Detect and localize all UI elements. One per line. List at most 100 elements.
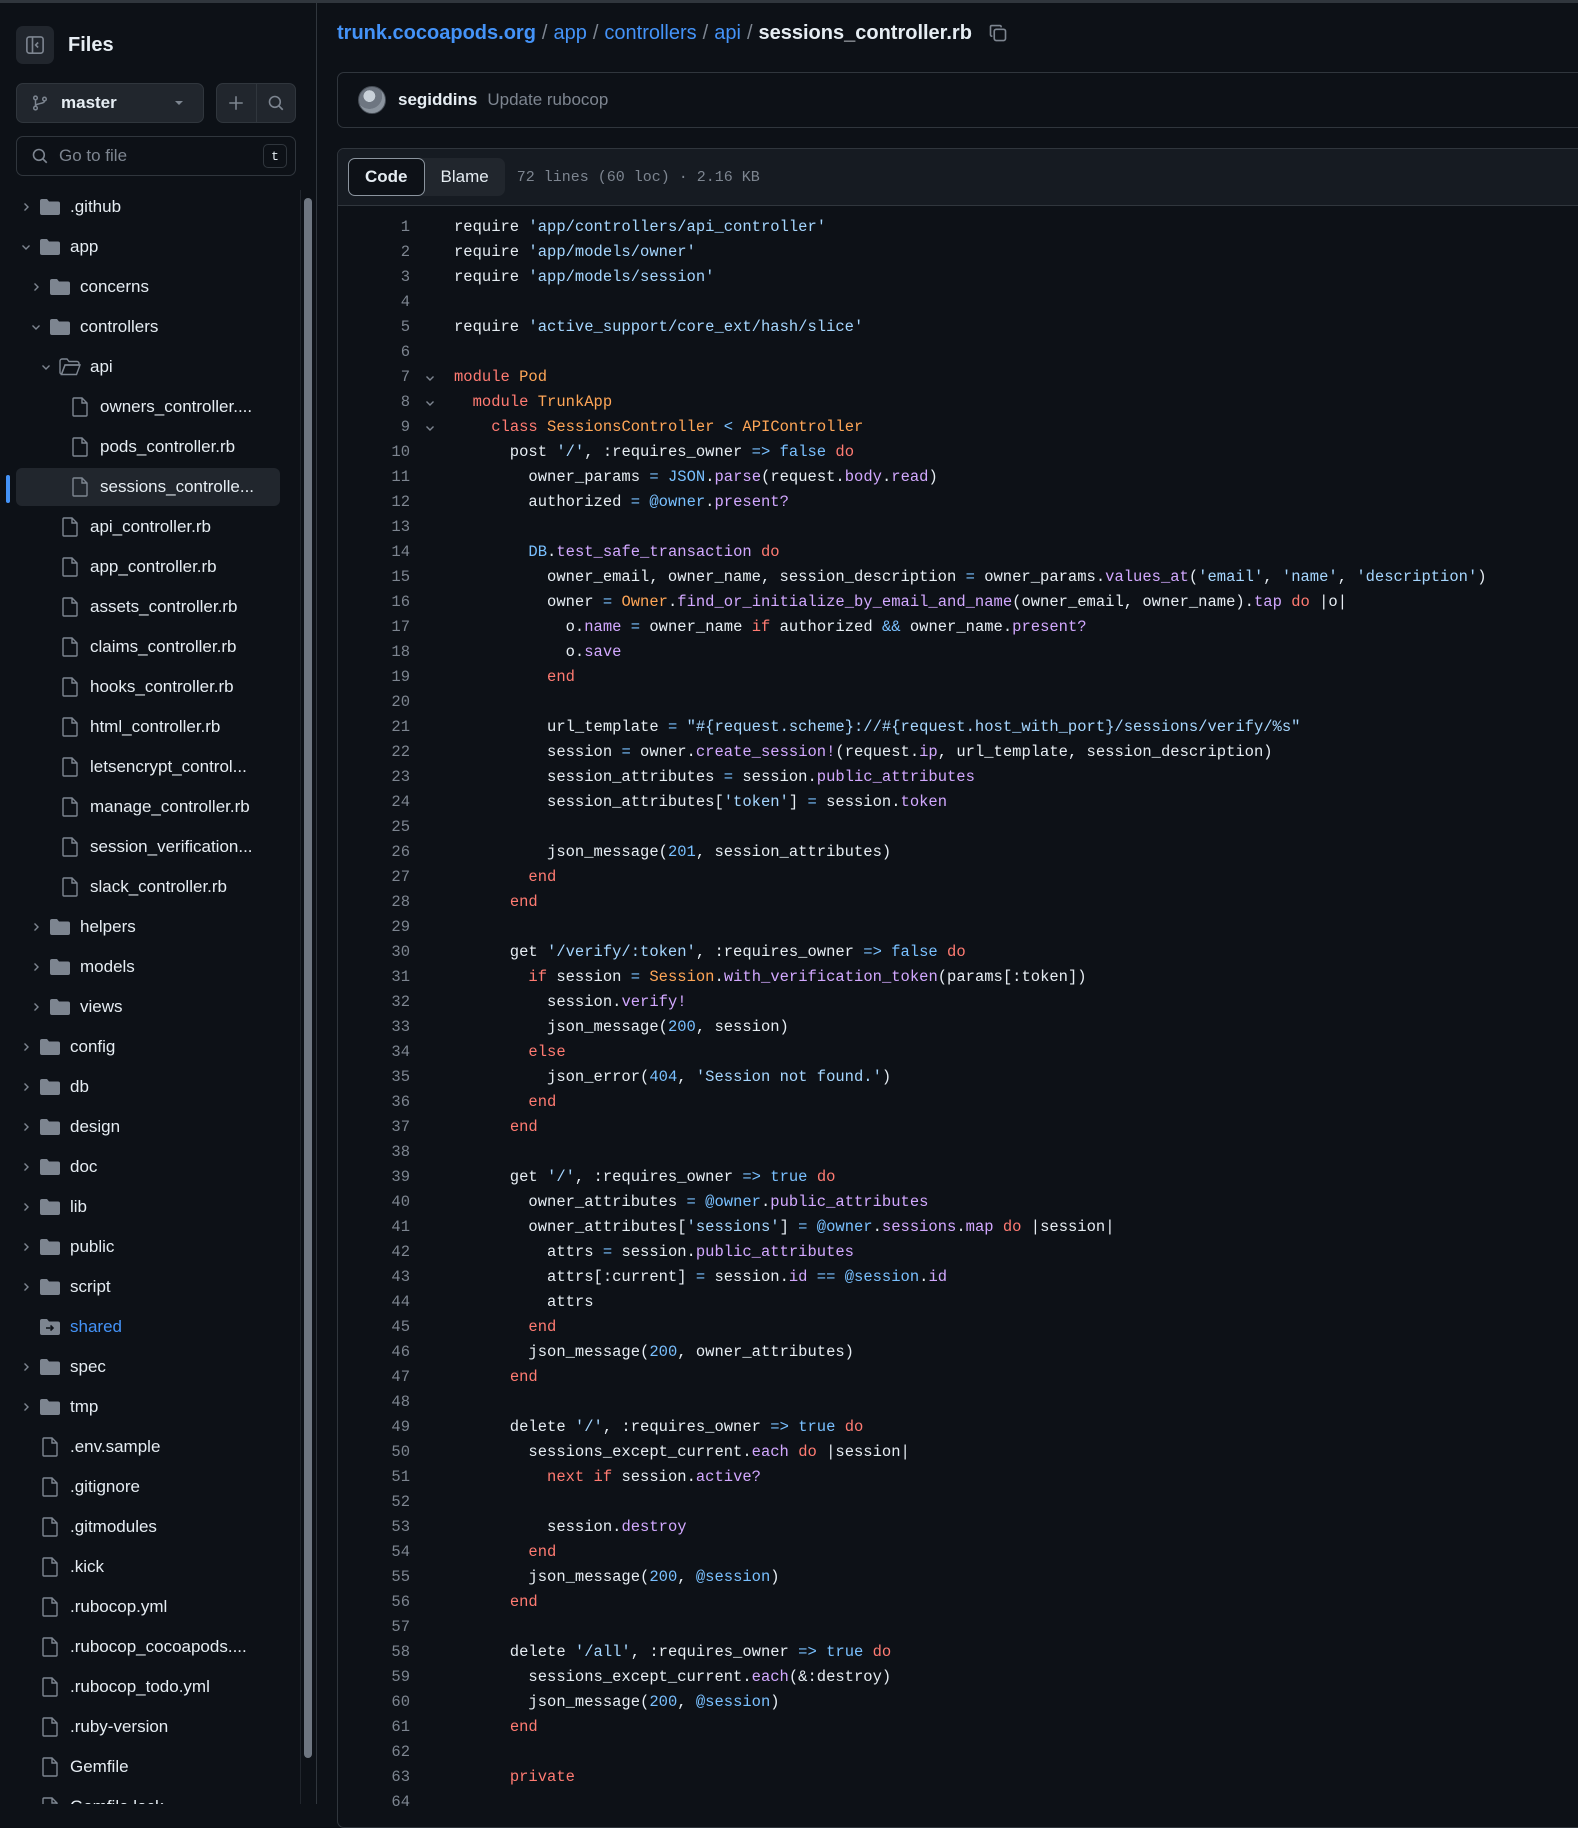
tree-folder-lib[interactable]: lib — [0, 1188, 300, 1226]
tree-file-gemfile-lock[interactable]: Gemfile.lock — [0, 1788, 300, 1804]
line-number[interactable]: 50 — [338, 1440, 410, 1465]
line-number[interactable]: 41 — [338, 1215, 410, 1240]
fold-chevron-icon[interactable] — [422, 390, 438, 415]
line-number[interactable]: 6 — [338, 340, 410, 365]
tree-file-api-controller-rb[interactable]: api_controller.rb — [0, 508, 300, 546]
tree-file-ruby-version[interactable]: .ruby-version — [0, 1708, 300, 1746]
tab-code[interactable]: Code — [348, 158, 425, 196]
chevron-right-icon[interactable] — [18, 1281, 34, 1293]
copy-path-button[interactable] — [988, 23, 1008, 43]
line-number[interactable]: 18 — [338, 640, 410, 665]
tree-file-owners-controller[interactable]: owners_controller.... — [0, 388, 300, 426]
line-number[interactable]: 2 — [338, 240, 410, 265]
add-file-button[interactable] — [217, 84, 257, 122]
line-number[interactable]: 30 — [338, 940, 410, 965]
chevron-down-icon[interactable] — [28, 321, 44, 333]
tree-folder-shared[interactable]: shared — [0, 1308, 300, 1346]
fold-chevron-icon[interactable] — [422, 365, 438, 390]
line-number[interactable]: 36 — [338, 1090, 410, 1115]
line-number[interactable]: 58 — [338, 1640, 410, 1665]
chevron-right-icon[interactable] — [28, 1001, 44, 1013]
tree-file-manage-controller-rb[interactable]: manage_controller.rb — [0, 788, 300, 826]
line-number[interactable]: 51 — [338, 1465, 410, 1490]
tree-file-env-sample[interactable]: .env.sample — [0, 1428, 300, 1466]
breadcrumb-link-app[interactable]: app — [553, 22, 586, 45]
line-number[interactable]: 54 — [338, 1540, 410, 1565]
line-number[interactable]: 37 — [338, 1115, 410, 1140]
chevron-right-icon[interactable] — [28, 281, 44, 293]
chevron-right-icon[interactable] — [18, 1081, 34, 1093]
tree-file-rubocop-yml[interactable]: .rubocop.yml — [0, 1588, 300, 1626]
chevron-right-icon[interactable] — [18, 1041, 34, 1053]
tree-folder-spec[interactable]: spec — [0, 1348, 300, 1386]
tree-file-gitmodules[interactable]: .gitmodules — [0, 1508, 300, 1546]
line-number[interactable]: 16 — [338, 590, 410, 615]
line-number[interactable]: 31 — [338, 965, 410, 990]
tree-folder-api[interactable]: api — [0, 348, 300, 386]
chevron-right-icon[interactable] — [18, 1121, 34, 1133]
tree-folder-public[interactable]: public — [0, 1228, 300, 1266]
chevron-right-icon[interactable] — [28, 921, 44, 933]
line-number[interactable]: 55 — [338, 1565, 410, 1590]
search-files-button[interactable] — [257, 84, 296, 122]
collapse-sidebar-button[interactable] — [16, 26, 54, 64]
line-number[interactable]: 34 — [338, 1040, 410, 1065]
line-number[interactable]: 32 — [338, 990, 410, 1015]
line-number[interactable]: 3 — [338, 265, 410, 290]
tree-file-pods-controller-rb[interactable]: pods_controller.rb — [0, 428, 300, 466]
tree-file-kick[interactable]: .kick — [0, 1548, 300, 1586]
line-number[interactable]: 56 — [338, 1590, 410, 1615]
line-number[interactable]: 9 — [338, 415, 410, 440]
tree-folder-db[interactable]: db — [0, 1068, 300, 1106]
line-number[interactable]: 7 — [338, 365, 410, 390]
tree-file-session-verification[interactable]: session_verification... — [0, 828, 300, 866]
tree-file-gemfile[interactable]: Gemfile — [0, 1748, 300, 1786]
tree-file-html-controller-rb[interactable]: html_controller.rb — [0, 708, 300, 746]
tree-file-gitignore[interactable]: .gitignore — [0, 1468, 300, 1506]
go-to-file-input[interactable]: Go to file t — [16, 136, 296, 176]
line-number[interactable]: 35 — [338, 1065, 410, 1090]
tab-blame[interactable]: Blame — [425, 158, 505, 196]
line-number[interactable]: 23 — [338, 765, 410, 790]
chevron-right-icon[interactable] — [18, 1201, 34, 1213]
line-number[interactable]: 8 — [338, 390, 410, 415]
line-number[interactable]: 11 — [338, 465, 410, 490]
line-number[interactable]: 19 — [338, 665, 410, 690]
tree-file-letsencrypt-control[interactable]: letsencrypt_control... — [0, 748, 300, 786]
line-number[interactable]: 40 — [338, 1190, 410, 1215]
line-number[interactable]: 12 — [338, 490, 410, 515]
line-number[interactable]: 17 — [338, 615, 410, 640]
line-number[interactable]: 24 — [338, 790, 410, 815]
line-number[interactable]: 26 — [338, 840, 410, 865]
tree-file-rubocop-cocoapods[interactable]: .rubocop_cocoapods.... — [0, 1628, 300, 1666]
line-number[interactable]: 10 — [338, 440, 410, 465]
line-number[interactable]: 29 — [338, 915, 410, 940]
chevron-down-icon[interactable] — [38, 361, 54, 373]
tree-folder-github[interactable]: .github — [0, 188, 300, 226]
line-number[interactable]: 21 — [338, 715, 410, 740]
breadcrumb-link-controllers[interactable]: controllers — [604, 22, 696, 45]
line-number[interactable]: 22 — [338, 740, 410, 765]
commit-author[interactable]: segiddins — [398, 90, 477, 110]
commit-message[interactable]: Update rubocop — [487, 90, 608, 110]
tree-folder-helpers[interactable]: helpers — [0, 908, 300, 946]
fold-chevron-icon[interactable] — [422, 415, 438, 440]
chevron-right-icon[interactable] — [28, 961, 44, 973]
breadcrumb-repo-link[interactable]: trunk.cocoapods.org — [337, 22, 536, 45]
line-number[interactable]: 52 — [338, 1490, 410, 1515]
tree-folder-app[interactable]: app — [0, 228, 300, 266]
line-number[interactable]: 62 — [338, 1740, 410, 1765]
line-number[interactable]: 44 — [338, 1290, 410, 1315]
line-number[interactable]: 57 — [338, 1615, 410, 1640]
line-number[interactable]: 60 — [338, 1690, 410, 1715]
line-number[interactable]: 64 — [338, 1790, 410, 1815]
line-number[interactable]: 45 — [338, 1315, 410, 1340]
line-number[interactable]: 15 — [338, 565, 410, 590]
tree-file-rubocop-todo-yml[interactable]: .rubocop_todo.yml — [0, 1668, 300, 1706]
chevron-right-icon[interactable] — [18, 1401, 34, 1413]
tree-folder-script[interactable]: script — [0, 1268, 300, 1306]
line-number[interactable]: 33 — [338, 1015, 410, 1040]
sidebar-scrollbar-thumb[interactable] — [304, 198, 312, 1758]
tree-folder-doc[interactable]: doc — [0, 1148, 300, 1186]
chevron-right-icon[interactable] — [18, 1361, 34, 1373]
